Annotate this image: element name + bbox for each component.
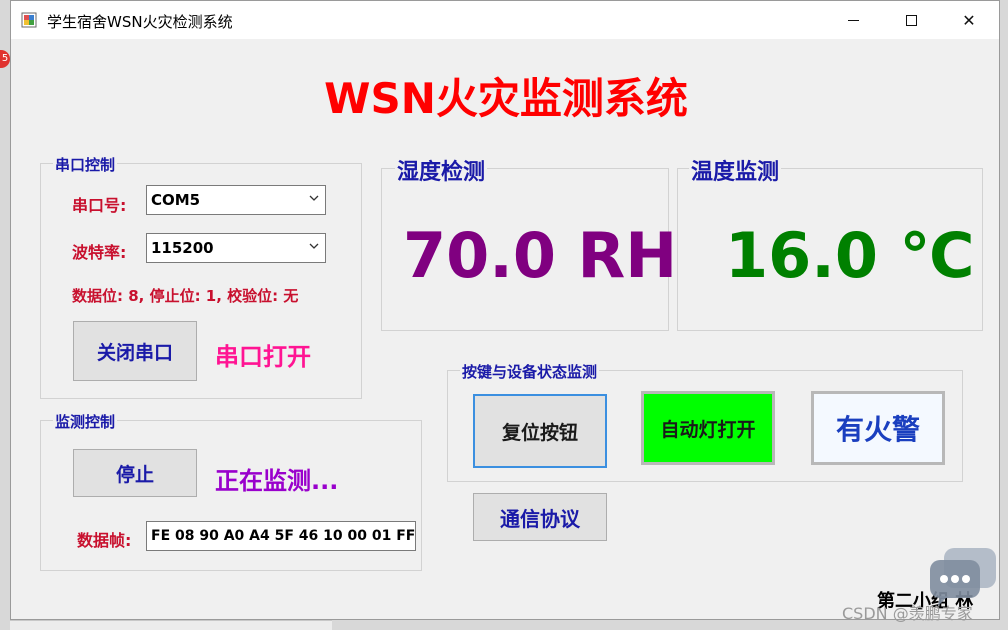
maximize-icon: [905, 14, 917, 26]
close-button[interactable]: ✕: [940, 1, 998, 39]
background-taskbar: [10, 620, 332, 630]
monitor-group-title: 监测控制: [53, 411, 118, 432]
window-title: 学生宿舍WSN火灾检测系统: [47, 13, 233, 31]
minimize-icon: [847, 19, 859, 21]
maximize-button[interactable]: [882, 1, 940, 39]
close-icon: ✕: [962, 10, 976, 30]
chevron-down-icon: [309, 243, 319, 249]
notification-badge: 5: [0, 50, 10, 68]
app-icon: [21, 12, 37, 28]
data-frame-field[interactable]: FE 08 90 A0 A4 5F 46 10 00 01 FF: [146, 521, 416, 551]
temperature-title: 温度监测: [689, 154, 782, 186]
port-label: 串口号:: [72, 196, 127, 215]
humidity-title: 湿度检测: [395, 154, 488, 186]
frame-label: 数据帧:: [77, 531, 132, 550]
minimize-button[interactable]: [824, 1, 882, 39]
humidity-value: 70.0 RH: [403, 219, 678, 292]
reset-button[interactable]: 复位按钮: [473, 394, 607, 468]
app-window: 学生宿舍WSN火灾检测系统 ✕ WSN火灾监测系统 串口控制 串口号: COM5…: [10, 0, 1000, 620]
stop-button[interactable]: 停止: [73, 449, 197, 497]
device-group-title: 按键与设备状态监测: [460, 361, 600, 382]
chevron-down-icon: [309, 195, 319, 201]
monitor-status-text: 正在监测...: [215, 467, 339, 495]
baud-label: 波特率:: [72, 243, 127, 262]
main-title: WSN火灾监测系统: [324, 74, 688, 123]
port-select[interactable]: COM5: [146, 185, 326, 215]
auto-light-button[interactable]: 自动灯打开: [641, 391, 775, 465]
port-select-value: COM5: [151, 191, 201, 209]
fire-alarm-button[interactable]: 有火警: [811, 391, 945, 465]
close-serial-button[interactable]: 关闭串口: [73, 321, 197, 381]
protocol-button[interactable]: 通信协议: [473, 493, 607, 541]
title-bar: 学生宿舍WSN火灾检测系统 ✕: [11, 1, 999, 39]
serial-group-title: 串口控制: [53, 154, 118, 175]
serial-params-text: 数据位: 8, 停止位: 1, 校验位: 无: [72, 287, 299, 305]
baud-select[interactable]: 115200: [146, 233, 326, 263]
baud-select-value: 115200: [151, 239, 214, 257]
temperature-value: 16.0 ℃: [725, 219, 975, 292]
csdn-watermark: CSDN @羡鹏专家: [842, 604, 973, 623]
serial-status-text: 串口打开: [215, 343, 311, 371]
data-frame-value: FE 08 90 A0 A4 5F 46 10 00 01 FF: [151, 528, 416, 544]
